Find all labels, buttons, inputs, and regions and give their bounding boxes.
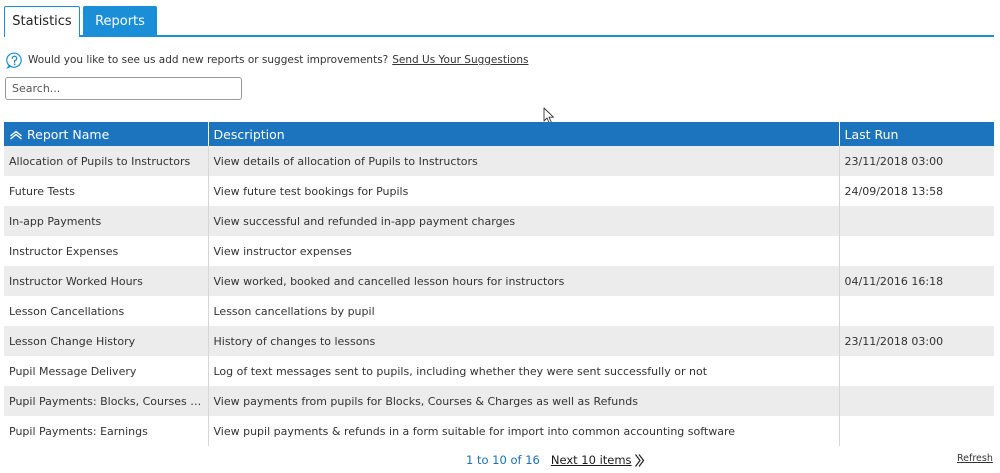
column-header-label: Report Name — [27, 126, 110, 142]
description-cell: Lesson cancellations by pupil — [208, 296, 840, 326]
description-cell: View instructor expenses — [208, 236, 840, 266]
description-cell: View payments from pupils for Blocks, Co… — [208, 386, 840, 416]
last-run-cell: 24/09/2018 13:58 — [839, 176, 994, 206]
report-name-cell[interactable]: Future Tests — [4, 176, 209, 206]
help-circle-icon — [6, 52, 22, 69]
report-name-cell[interactable]: Pupil Payments: Earnings — [4, 416, 209, 446]
description-cell: View details of allocation of Pupils to … — [208, 146, 840, 176]
table-row[interactable]: Allocation of Pupils to Instructors View… — [4, 146, 994, 176]
last-run-cell: 04/11/2016 16:18 — [839, 266, 994, 296]
report-name-cell[interactable]: Lesson Cancellations — [4, 296, 209, 326]
description-cell: History of changes to lessons — [208, 326, 840, 356]
last-run-cell — [839, 236, 994, 266]
double-chevron-right-icon[interactable] — [634, 453, 645, 468]
next-page-link[interactable]: Next 10 items — [551, 453, 632, 467]
refresh-link[interactable]: Refresh — [957, 453, 993, 464]
table-row[interactable]: Instructor Expenses View instructor expe… — [4, 236, 994, 266]
search-input[interactable] — [5, 77, 242, 100]
last-run-cell — [839, 206, 994, 236]
description-cell: Log of text messages sent to pupils, inc… — [208, 356, 840, 386]
report-name-cell[interactable]: Pupil Payments: Blocks, Courses & ... — [4, 386, 209, 416]
description-cell: View pupil payments & refunds in a form … — [208, 416, 840, 446]
column-header-description[interactable]: Description — [208, 122, 840, 146]
description-cell: View successful and refunded in-app paym… — [208, 206, 840, 236]
sort-ascending-icon — [10, 130, 22, 140]
last-run-cell: 23/11/2018 03:00 — [839, 146, 994, 176]
description-cell: View worked, booked and cancelled lesson… — [208, 266, 840, 296]
table-row[interactable]: In-app Payments View successful and refu… — [4, 206, 994, 236]
column-header-last-run[interactable]: Last Run — [839, 122, 994, 146]
pagination: 1 to 10 of 16 Next 10 items — [466, 451, 645, 469]
tab-statistics[interactable]: Statistics — [4, 6, 80, 37]
table-row[interactable]: Pupil Message Delivery Log of text messa… — [4, 356, 994, 386]
last-run-cell — [839, 296, 994, 326]
table-row[interactable]: Instructor Worked Hours View worked, boo… — [4, 266, 994, 296]
report-name-cell[interactable]: Lesson Change History — [4, 326, 209, 356]
report-name-cell[interactable]: Instructor Expenses — [4, 236, 209, 266]
send-suggestions-link[interactable]: Send Us Your Suggestions — [392, 54, 528, 66]
report-name-cell[interactable]: Allocation of Pupils to Instructors — [4, 146, 209, 176]
table-header-row: Report Name Description Last Run — [4, 122, 994, 146]
description-cell: View future test bookings for Pupils — [208, 176, 840, 206]
table-row[interactable]: Lesson Change History History of changes… — [4, 326, 994, 356]
tab-reports[interactable]: Reports — [83, 6, 157, 37]
table-row[interactable]: Pupil Payments: Earnings View pupil paym… — [4, 416, 994, 446]
last-run-cell — [839, 356, 994, 386]
table-row[interactable]: Future Tests View future test bookings f… — [4, 176, 994, 206]
suggestion-banner: Would you like to see us add new reports… — [6, 51, 528, 69]
last-run-cell — [839, 416, 994, 446]
suggestion-text: Would you like to see us add new reports… — [28, 54, 389, 66]
table-row[interactable]: Lesson Cancellations Lesson cancellation… — [4, 296, 994, 326]
tab-bar: Statistics Reports — [4, 6, 994, 37]
table-row[interactable]: Pupil Payments: Blocks, Courses & ... Vi… — [4, 386, 994, 416]
last-run-cell — [839, 386, 994, 416]
report-name-cell[interactable]: In-app Payments — [4, 206, 209, 236]
page-range-link[interactable]: 1 to 10 of 16 — [466, 453, 540, 467]
report-name-cell[interactable]: Instructor Worked Hours — [4, 266, 209, 296]
last-run-cell: 23/11/2018 03:00 — [839, 326, 994, 356]
reports-table: Report Name Description Last Run Allocat… — [4, 122, 994, 446]
report-name-cell[interactable]: Pupil Message Delivery — [4, 356, 209, 386]
column-header-report-name[interactable]: Report Name — [4, 122, 209, 146]
